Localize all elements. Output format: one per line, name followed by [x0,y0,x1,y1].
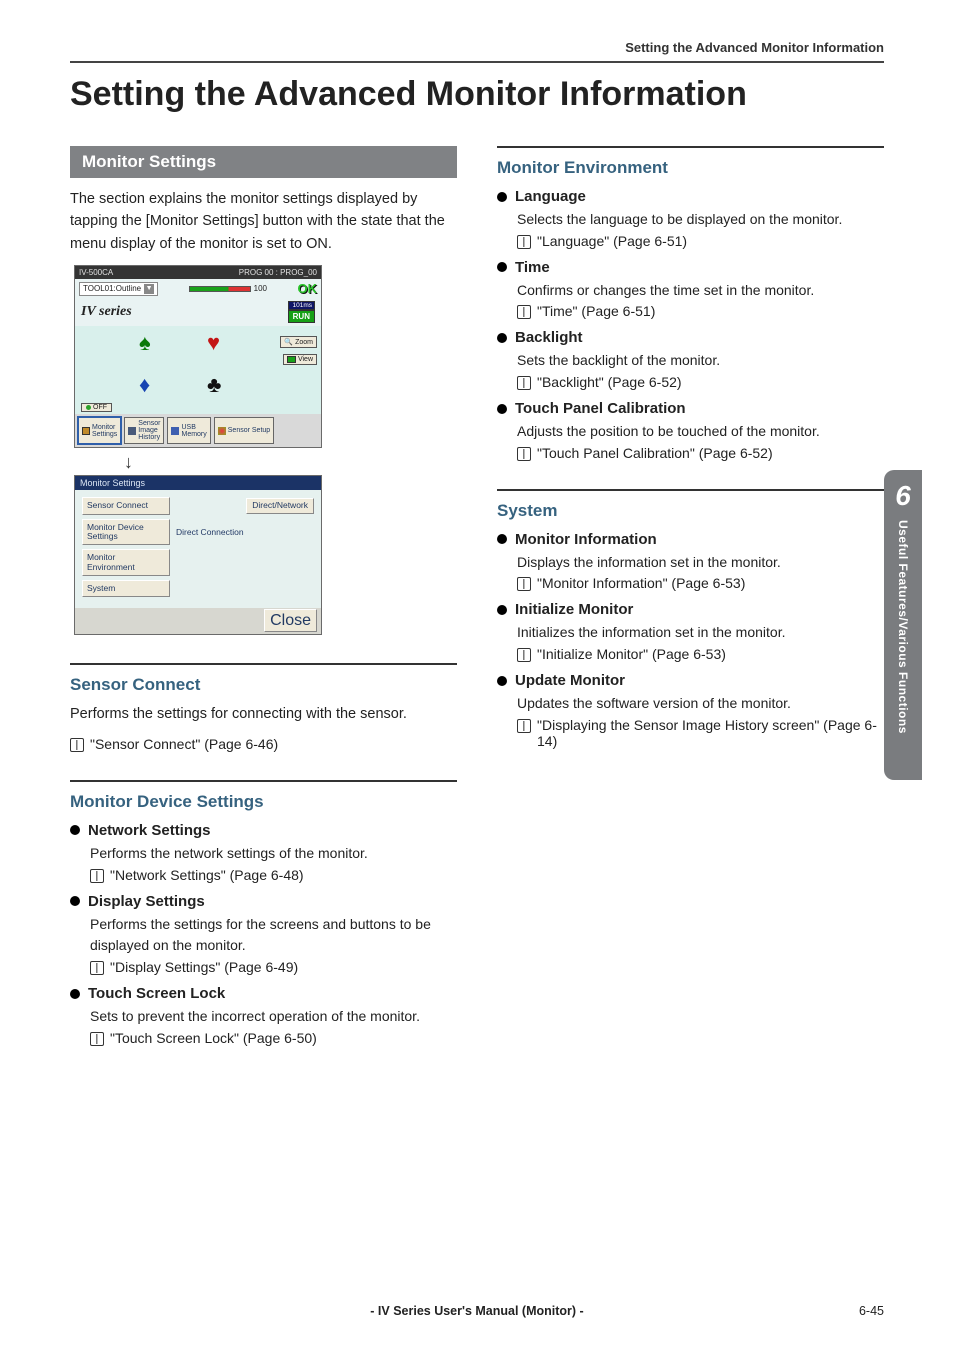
chapter-label: Useful Features/Various Functions [896,520,910,734]
bullet-icon [70,896,80,906]
score-bar [189,286,251,292]
chapter-number: 6 [895,480,911,512]
item-time: Time Confirms or changes the time set in… [497,259,884,320]
book-icon [517,235,531,249]
chevron-down-icon: ▼ [144,284,154,294]
footer-center: - IV Series User's Manual (Monitor) - [370,1304,583,1318]
brand-label: IV series [81,304,132,320]
monitor-settings-intro: The section explains the monitor setting… [70,188,457,255]
zoom-button[interactable]: 🔍Zoom [280,336,317,348]
bullet-icon [497,262,507,272]
book-icon [90,1032,104,1046]
sensor-connect-button[interactable]: Sensor Connect [82,497,170,514]
sensor-connect-text: Performs the settings for connecting wit… [70,703,457,725]
item-monitor-information: Monitor Information Displays the informa… [497,531,884,592]
score-value: 100 [254,284,267,293]
direct-network-button[interactable]: Direct/Network [246,498,314,513]
book-icon [517,648,531,662]
device-prog: PROG 00 : PROG_00 [239,268,317,277]
book-icon [90,961,104,975]
tool-dropdown-label: TOOL01:Outline [83,284,141,293]
device-screenshot: IV-500CA PROG 00 : PROG_00 TOOL01:Outlin… [74,265,322,635]
panel-title: Monitor Settings [75,476,321,490]
book-icon [70,738,84,752]
bullet-icon [497,192,507,202]
monitor-settings-bar: Monitor Settings [70,146,457,178]
heart-icon: ♥ [207,330,220,356]
item-display-settings: Display Settings Performs the settings f… [70,893,457,975]
direct-connection-label: Direct Connection [176,527,244,537]
view-icon [287,356,296,363]
bullet-icon [497,404,507,414]
monitor-environment-button[interactable]: Monitor Environment [82,549,170,576]
book-icon [517,376,531,390]
tab-usb-memory[interactable]: USB Memory [167,417,210,444]
ok-badge: OK [298,281,318,296]
diamond-icon: ♦ [139,372,150,398]
monitor-icon [82,427,90,435]
monitor-device-settings-button[interactable]: Monitor Device Settings [82,519,170,546]
ms-badge: 101ms [288,301,315,310]
bullet-icon [497,333,507,343]
gear-icon [218,427,226,435]
item-initialize-monitor: Initialize Monitor Initializes the infor… [497,601,884,662]
item-touch-panel-calibration: Touch Panel Calibration Adjusts the posi… [497,400,884,461]
spade-icon: ♠ [139,330,151,356]
device-model: IV-500CA [79,268,113,277]
book-icon [517,305,531,319]
item-language: Language Selects the language to be disp… [497,188,884,249]
arrow-down-icon: ↓ [124,452,322,473]
status-dot-icon [86,405,91,410]
close-button[interactable]: Close [264,609,317,632]
breadcrumb: Setting the Advanced Monitor Information [70,40,884,63]
system-heading: System [497,501,884,521]
book-icon [517,719,531,733]
item-network-settings: Network Settings Performs the network se… [70,822,457,883]
system-button[interactable]: System [82,580,170,597]
sensor-connect-heading: Sensor Connect [70,675,457,695]
run-badge: RUN [288,310,315,323]
bullet-icon [497,605,507,615]
view-button[interactable]: View [283,354,317,365]
book-icon [90,869,104,883]
item-backlight: Backlight Sets the backlight of the moni… [497,329,884,390]
monitor-device-settings-heading: Monitor Device Settings [70,792,457,812]
book-icon [517,447,531,461]
bullet-icon [497,534,507,544]
page-title: Setting the Advanced Monitor Information [70,75,884,114]
tab-monitor-settings[interactable]: Monitor Settings [78,417,121,444]
usb-icon [171,427,179,435]
tab-sensor-image-history[interactable]: Sensor Image History [124,417,164,444]
book-icon [517,577,531,591]
history-icon [128,427,136,435]
tab-sensor-setup[interactable]: Sensor Setup [214,417,274,444]
sensor-connect-ref: "Sensor Connect" (Page 6-46) [70,736,457,752]
monitor-environment-heading: Monitor Environment [497,158,884,178]
item-touch-screen-lock: Touch Screen Lock Sets to prevent the in… [70,985,457,1046]
magnifier-icon: 🔍 [284,338,293,346]
page-number: 6-45 [859,1304,884,1318]
side-tab: 6 Useful Features/Various Functions [884,470,922,780]
off-button[interactable]: OFF [81,403,112,412]
bullet-icon [70,825,80,835]
club-icon: ♣ [207,372,221,398]
bullet-icon [497,676,507,686]
tool-dropdown[interactable]: TOOL01:Outline ▼ [79,282,158,296]
item-update-monitor: Update Monitor Updates the software vers… [497,672,884,749]
bullet-icon [70,989,80,999]
